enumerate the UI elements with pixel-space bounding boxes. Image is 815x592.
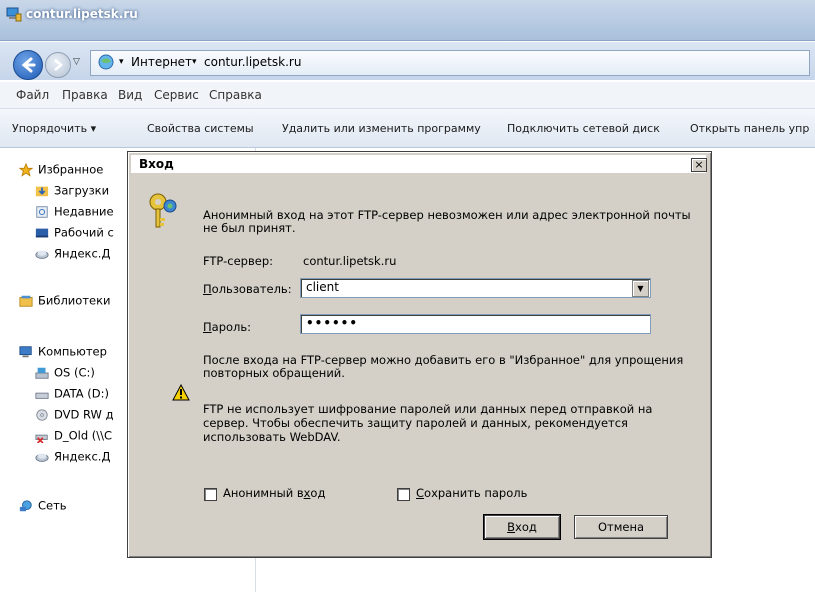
username-dropdown-button[interactable]: ▼ [632,280,649,297]
breadcrumb-arrow-icon[interactable]: ▾ [192,57,197,67]
login-button[interactable]: Вход [483,514,561,540]
warning-icon [172,384,190,401]
cancel-button[interactable]: Отмена [574,515,668,539]
ftp-login-dialog: Вход × Анонимный вход на этот FTP-сервер… [127,151,712,558]
save-password-checkbox[interactable] [397,488,410,501]
network-icon [19,499,32,511]
sidebar-item-yandex-disk[interactable]: Яндекс.Д [34,246,110,264]
sidebar-item-drive-d[interactable]: DATA (D:) [34,386,109,404]
uninstall-program-button[interactable]: Удалить или изменить программу [282,122,481,135]
breadcrumb-internet[interactable]: Интернет [131,55,192,69]
system-properties-button[interactable]: Свойства системы [147,122,254,135]
ftp-server-label: FTP-сервер: [203,254,273,268]
dialog-title: Вход [139,157,174,171]
sidebar-item-drive-c[interactable]: OS (C:) [34,365,95,383]
error-message-line-2: не был принят. [203,221,296,235]
close-button[interactable]: × [691,158,707,172]
warning-line-3: использовать WebDAV. [203,430,341,444]
keys-icon [149,193,177,228]
sidebar-item-network-drive[interactable]: D_Old (\\C [34,428,112,446]
forward-button[interactable] [45,52,71,78]
menu-service[interactable]: Сервис [154,88,199,102]
yandex-disk-icon [35,250,49,259]
sidebar-item-dvd[interactable]: DVD RW д [34,407,114,425]
breadcrumb-arrow-icon[interactable]: ▾ [119,57,124,67]
menu-help[interactable]: Справка [209,88,262,102]
internet-icon [98,54,114,70]
password-label: Пароль: [203,320,252,334]
menu-view[interactable]: Вид [118,88,142,102]
organize-button[interactable]: Упорядочить ▾ [12,122,96,135]
sidebar-item-yandex-disk-2[interactable]: Яндекс.Д [34,449,110,467]
dialog-titlebar: Вход × [131,155,707,173]
menu-edit[interactable]: Правка [62,88,108,102]
warning-line-1: FTP не использует шифрование паролей или… [203,402,653,416]
downloads-folder-icon [35,186,49,196]
sidebar-item-recent[interactable]: Недавние [34,204,114,222]
anonymous-login-label[interactable]: Анонимный вход [223,486,325,501]
password-value: •••••• [306,316,359,330]
password-input[interactable]: •••••• [300,314,651,334]
window-title: contur.lipetsk.ru [26,7,138,21]
computer-icon [6,7,22,22]
sidebar-item-network[interactable]: Сеть [18,498,67,516]
hard-drive-icon [35,392,49,399]
system-drive-icon [35,367,49,379]
history-dropdown[interactable]: ▽ [73,57,80,67]
username-combobox[interactable]: client ▼ [300,278,651,298]
back-button[interactable] [13,50,43,80]
libraries-icon [19,295,33,307]
command-toolbar: Упорядочить ▾ Свойства системы Удалить и… [0,109,815,148]
warning-line-2: сервер. Чтобы обеспечить защиту паролей … [203,416,628,430]
yandex-disk-icon [35,453,49,462]
desktop-icon [35,228,49,237]
dvd-drive-icon [36,408,48,421]
window-titlebar: contur.lipetsk.ru [0,0,815,41]
sidebar-item-libraries[interactable]: Библиотеки [18,293,111,311]
star-icon [18,162,34,177]
sidebar-item-favorites[interactable]: Избранное [18,162,103,180]
save-password-label[interactable]: Сохранить пароль [416,486,527,501]
arrow-right-icon [54,59,63,71]
username-value: client [306,280,339,294]
username-label: Пользователь: [203,282,292,296]
menu-file[interactable]: Файл [16,88,49,102]
arrow-left-icon [21,57,36,73]
info-line-2: повторных обращений. [203,366,345,380]
computer-icon [19,345,32,357]
disconnected-network-drive-icon [35,434,48,443]
sidebar-item-downloads[interactable]: Загрузки [34,183,109,201]
chevron-down-icon: ▾ [90,122,97,135]
breadcrumb-site[interactable]: contur.lipetsk.ru [204,55,301,69]
menu-bar: Файл Правка Вид Сервис Справка [0,82,815,109]
open-control-panel-button[interactable]: Открыть панель упр [690,122,809,135]
address-bar[interactable]: ▾ Интернет ▾ contur.lipetsk.ru [90,50,810,76]
ftp-server-value: contur.lipetsk.ru [303,254,397,268]
sidebar-item-computer[interactable]: Компьютер [18,344,107,362]
anonymous-login-checkbox[interactable] [204,488,217,501]
recent-places-icon [36,205,48,218]
map-network-drive-button[interactable]: Подключить сетевой диск [507,122,660,135]
sidebar-item-desktop[interactable]: Рабочий с [34,225,114,243]
